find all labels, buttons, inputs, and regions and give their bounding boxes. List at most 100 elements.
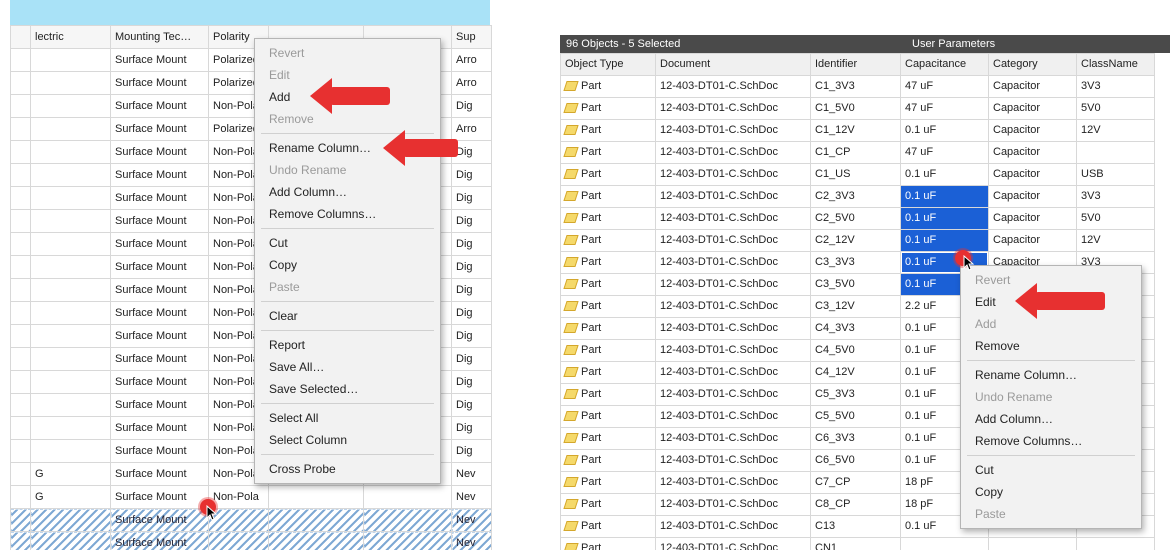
table-cell[interactable]: 12-403-DT01-C.SchDoc [656, 186, 811, 208]
col-object-type[interactable]: Object Type [561, 54, 656, 76]
cell-object-type[interactable]: Part [561, 120, 656, 142]
table-cell[interactable]: Nev [452, 532, 492, 550]
table-cell[interactable]: 12-403-DT01-C.SchDoc [656, 516, 811, 538]
table-cell[interactable]: C6_3V3 [811, 428, 901, 450]
table-cell[interactable]: Dig [452, 302, 492, 325]
table-cell[interactable] [11, 187, 31, 210]
table-cell[interactable] [269, 509, 364, 532]
table-cell[interactable]: CN1 [811, 538, 901, 550]
table-cell[interactable]: 12-403-DT01-C.SchDoc [656, 230, 811, 252]
table-cell[interactable]: C1_US [811, 164, 901, 186]
table-row[interactable]: Part12-403-DT01-C.SchDocC1_CP47 uFCapaci… [561, 142, 1155, 164]
table-cell[interactable] [11, 164, 31, 187]
menu-remove-columns[interactable]: Remove Columns… [961, 430, 1141, 452]
table-cell[interactable]: Capacitor [989, 76, 1077, 98]
table-cell[interactable] [31, 532, 111, 550]
menu-save-selected[interactable]: Save Selected… [255, 378, 440, 400]
table-cell[interactable] [11, 532, 31, 550]
cell-object-type[interactable]: Part [561, 252, 656, 274]
table-cell[interactable]: Nev [452, 463, 492, 486]
menu-remove[interactable]: Remove [961, 335, 1141, 357]
table-cell[interactable]: 12-403-DT01-C.SchDoc [656, 428, 811, 450]
table-cell[interactable] [31, 279, 111, 302]
cell-object-type[interactable]: Part [561, 428, 656, 450]
menu-paste[interactable]: Paste [255, 276, 440, 298]
table-row[interactable]: Part12-403-DT01-C.SchDocC1_US0.1 uFCapac… [561, 164, 1155, 186]
table-row[interactable]: Part12-403-DT01-C.SchDocC1_12V0.1 uFCapa… [561, 120, 1155, 142]
table-row[interactable]: Surface Mount Nev [11, 509, 492, 532]
table-cell[interactable] [31, 164, 111, 187]
menu-remove[interactable]: Remove [255, 108, 440, 130]
table-cell[interactable]: Capacitor [989, 186, 1077, 208]
table-cell[interactable]: C7_CP [811, 472, 901, 494]
cell-object-type[interactable]: Part [561, 450, 656, 472]
table-row[interactable]: Part12-403-DT01-C.SchDocCN1 [561, 538, 1155, 550]
table-cell[interactable]: 12-403-DT01-C.SchDoc [656, 208, 811, 230]
cell-object-type[interactable]: Part [561, 142, 656, 164]
table-cell[interactable] [31, 302, 111, 325]
table-cell[interactable]: USB [1077, 164, 1155, 186]
cell-object-type[interactable]: Part [561, 494, 656, 516]
table-cell[interactable]: 12-403-DT01-C.SchDoc [656, 164, 811, 186]
cell-object-type[interactable]: Part [561, 516, 656, 538]
table-cell[interactable]: Nev [452, 509, 492, 532]
table-cell[interactable]: Surface Mount [111, 394, 209, 417]
table-cell[interactable]: Dig [452, 440, 492, 463]
table-cell[interactable]: C3_3V3 [811, 252, 901, 274]
cell-object-type[interactable]: Part [561, 274, 656, 296]
cell-object-type[interactable]: Part [561, 406, 656, 428]
menu-clear[interactable]: Clear [255, 305, 440, 327]
right-context-menu[interactable]: Revert Edit Add Remove Rename Column… Un… [960, 265, 1142, 529]
table-cell[interactable]: 12-403-DT01-C.SchDoc [656, 98, 811, 120]
table-cell[interactable]: Surface Mount [111, 210, 209, 233]
menu-select-column[interactable]: Select Column [255, 429, 440, 451]
menu-select-all[interactable]: Select All [255, 407, 440, 429]
table-cell[interactable]: 12V [1077, 230, 1155, 252]
table-row[interactable]: Part12-403-DT01-C.SchDocC1_5V047 uFCapac… [561, 98, 1155, 120]
menu-add-column[interactable]: Add Column… [255, 181, 440, 203]
table-cell[interactable]: 12-403-DT01-C.SchDoc [656, 142, 811, 164]
table-cell[interactable]: Nev [452, 486, 492, 509]
table-cell[interactable]: 0.1 uF [901, 186, 989, 208]
table-cell[interactable]: 12-403-DT01-C.SchDoc [656, 296, 811, 318]
cell-object-type[interactable]: Part [561, 208, 656, 230]
cell-object-type[interactable]: Part [561, 472, 656, 494]
table-cell[interactable]: Surface Mount [111, 233, 209, 256]
table-cell[interactable] [11, 279, 31, 302]
table-cell[interactable]: Dig [452, 279, 492, 302]
table-cell[interactable]: 47 uF [901, 142, 989, 164]
table-cell[interactable] [1077, 538, 1155, 550]
menu-report[interactable]: Report [255, 334, 440, 356]
table-cell[interactable]: Surface Mount [111, 440, 209, 463]
table-cell[interactable]: C3_5V0 [811, 274, 901, 296]
table-cell[interactable]: Surface Mount [111, 164, 209, 187]
table-cell[interactable]: 5V0 [1077, 208, 1155, 230]
table-cell[interactable]: Surface Mount [111, 348, 209, 371]
cell-object-type[interactable]: Part [561, 98, 656, 120]
table-cell[interactable] [31, 256, 111, 279]
table-cell[interactable] [11, 118, 31, 141]
table-row[interactable]: Part12-403-DT01-C.SchDocC2_5V00.1 uFCapa… [561, 208, 1155, 230]
col-classname[interactable]: ClassName [1077, 54, 1155, 76]
col-header-supplier[interactable]: Sup [452, 26, 492, 49]
cell-object-type[interactable]: Part [561, 384, 656, 406]
table-cell[interactable]: Surface Mount [111, 279, 209, 302]
table-cell[interactable]: 12-403-DT01-C.SchDoc [656, 318, 811, 340]
table-cell[interactable]: 12-403-DT01-C.SchDoc [656, 340, 811, 362]
menu-edit[interactable]: Edit [255, 64, 440, 86]
table-cell[interactable] [364, 532, 452, 550]
table-cell[interactable] [31, 417, 111, 440]
cell-object-type[interactable]: Part [561, 186, 656, 208]
table-cell[interactable]: 12-403-DT01-C.SchDoc [656, 362, 811, 384]
table-cell[interactable]: Surface Mount [111, 509, 209, 532]
table-cell[interactable]: C4_3V3 [811, 318, 901, 340]
table-cell[interactable] [11, 394, 31, 417]
table-cell[interactable]: 12-403-DT01-C.SchDoc [656, 274, 811, 296]
table-cell[interactable] [31, 509, 111, 532]
menu-undo-rename[interactable]: Undo Rename [961, 386, 1141, 408]
table-cell[interactable] [11, 325, 31, 348]
table-cell[interactable]: Dig [452, 371, 492, 394]
table-cell[interactable]: Dig [452, 95, 492, 118]
menu-edit[interactable]: Edit [961, 291, 1141, 313]
cell-object-type[interactable]: Part [561, 296, 656, 318]
